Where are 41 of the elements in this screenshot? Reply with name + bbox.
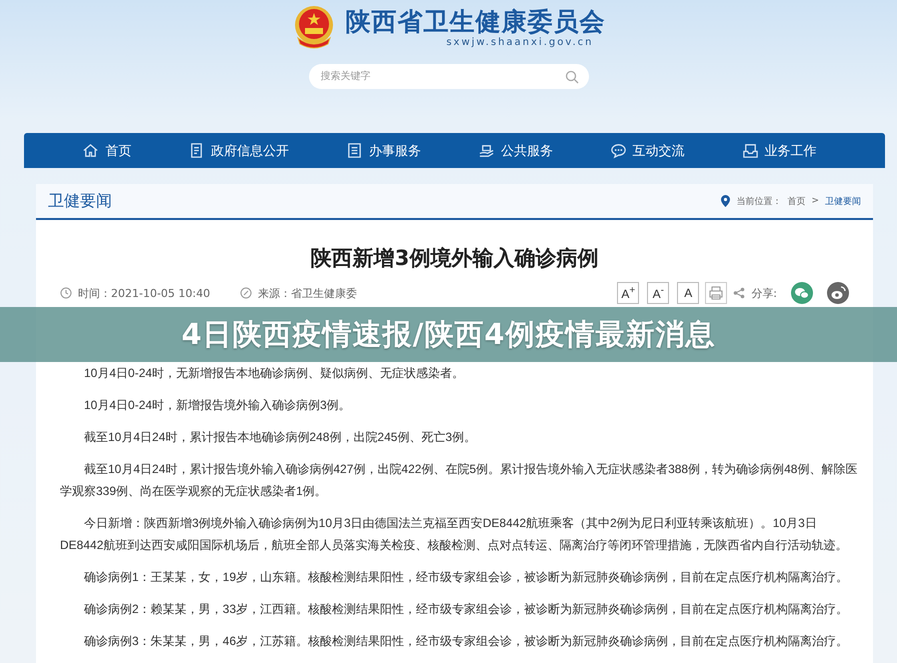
location-pin-icon — [721, 195, 730, 207]
share-label: 分享: — [751, 286, 777, 300]
breadcrumb-separator: > — [811, 196, 819, 206]
font-size-button[interactable]: A$^{+}$ — [617, 282, 640, 304]
article-paragraph: 今日新增：陕西新增3例境外输入确诊病例为10月3日由德国法兰克福至西安DE8442航班乘客（其中2例为尼日利亚转乘该航班）。10月3日DE8442航班到达西安咸阳国际机场后，航班全部人员落实海关检疫、核酸检测、点对点转运、隔离治疗等闭环管理措施，无陕西省内自行活动轨迹。 — [60, 515, 848, 554]
wechat-share-icon[interactable] — [791, 282, 813, 304]
article-paragraph: 确诊病例2：赖某某，男，33岁，江西籍。核酸检测结果阳性，经市级专家组会诊，被诊断为新冠肺炎确诊病例，目前在定点医疗机构隔离治疗。 — [83, 601, 850, 618]
article-paragraph: 确诊病例1：王某某，女，19岁，山东籍。核酸检测结果阳性，经市级专家组会诊，被诊断为新冠肺炎确诊病例，目前在定点医疗机构隔离治疗。 — [83, 569, 850, 586]
nav-link[interactable]: 业务工作 — [742, 142, 817, 160]
title-banner: 4日陕西疫情速报/陕西4例疫情最新消息 — [0, 307, 897, 362]
nav-link[interactable]: 政府信息公开 — [188, 142, 290, 160]
print-icon[interactable] — [705, 282, 728, 304]
section-title: 卫健要闻 — [48, 190, 112, 212]
search-field[interactable]: 搜索关键字 — [308, 64, 588, 89]
breadcrumb-label: 当前位置： — [736, 196, 782, 208]
tray-icon — [742, 142, 759, 159]
nav-link[interactable]: 办事服务 — [346, 142, 422, 160]
article-paragraph: 10月4日0-24时，无新增报告本地确诊病例、疑似病例、无症状感染者。 — [83, 365, 466, 382]
share-icon — [733, 287, 746, 299]
site-domain: sxwjw.shaanxi.gov.cn — [445, 36, 594, 48]
article-paragraph: 截至10月4日24时，累计报告境外输入确诊病例427例，出院422例、在院5例。累计报告境外输入无症状感染者388例，转为确诊病例48例、解除医学观察339例、尚在医学观察的无症状感染者1例。 — [60, 461, 858, 500]
home-icon — [82, 142, 100, 159]
article-paragraph: 截至10月4日24时，累计报告本地确诊病例248例，出院245例、死亡3例。 — [83, 429, 478, 446]
nav-link[interactable]: 公共服务 — [478, 142, 553, 160]
search-icon[interactable] — [564, 70, 578, 84]
breadcrumb-link[interactable]: 卫健要闻 — [825, 194, 861, 208]
list-icon — [346, 142, 364, 159]
weibo-share-icon[interactable] — [827, 282, 849, 304]
site-title: 陕西省卫生健康委员会 — [346, 6, 606, 36]
breadcrumb-link[interactable]: 首页 — [787, 194, 806, 208]
font-size-button[interactable]: A — [677, 282, 700, 304]
font-size-button[interactable]: A$^{-}$ — [647, 282, 670, 304]
clock-icon — [60, 287, 72, 299]
article-source: 来源：省卫生健康委 — [258, 286, 358, 300]
chat-icon — [610, 142, 627, 159]
nav-link[interactable]: 互动交流 — [610, 142, 685, 160]
nav-link[interactable]: 首页 — [82, 142, 132, 160]
article-paragraph: 确诊病例3：朱某某，男，46岁，江苏籍。核酸检测结果阳性，经市级专家组会诊，被诊断为新冠肺炎确诊病例，目前在定点医疗机构隔离治疗。 — [83, 633, 850, 650]
article-paragraph: 10月4日0-24时，新增报告境外输入确诊病例3例。 — [83, 397, 352, 414]
publish-time: 时间：2021-10-05 10:40 — [78, 286, 210, 300]
article-title: 陕西新增3例境外输入确诊病例 — [310, 245, 600, 272]
